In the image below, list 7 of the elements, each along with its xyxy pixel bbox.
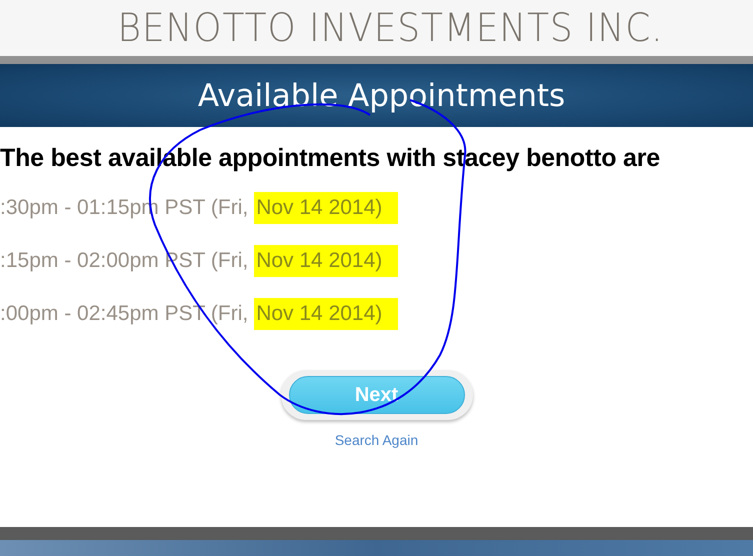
search-again-link[interactable]: Search Again bbox=[334, 432, 418, 448]
banner-title: Available Appointments bbox=[196, 78, 566, 114]
appointment-time: :00pm - 02:45pm PST (Fri, bbox=[0, 302, 248, 326]
company-logo-text: BENOTTO INVESTMENTS INC. bbox=[116, 6, 664, 50]
appointment-date: Nov 14 2014) bbox=[254, 192, 398, 224]
appointment-date: Nov 14 2014) bbox=[254, 298, 398, 330]
appointment-date: Nov 14 2014) bbox=[254, 245, 398, 277]
